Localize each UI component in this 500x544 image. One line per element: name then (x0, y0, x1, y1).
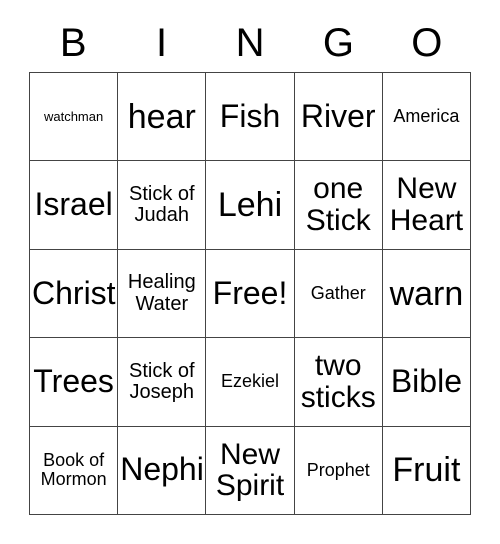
bingo-cell[interactable]: Nephi (118, 426, 207, 516)
bingo-cell-label: Healing Water (127, 271, 196, 315)
bingo-cell[interactable]: Free! (206, 249, 295, 339)
bingo-cell[interactable]: warn (382, 249, 472, 339)
bingo-cell[interactable]: River (294, 73, 383, 162)
bingo-cell-label: New Heart (389, 172, 464, 238)
bingo-cell-label: hear (127, 97, 196, 136)
bingo-cell-label: Trees (33, 362, 114, 399)
bingo-cell-label: Fish (219, 97, 281, 134)
bingo-cell-label: Bible (390, 362, 462, 399)
bingo-row: watchman hear Fish River America (30, 73, 472, 162)
bingo-cell[interactable]: Israel (30, 161, 119, 250)
bingo-cell-label: Lehi (217, 186, 283, 225)
bingo-cell[interactable]: Bible (382, 338, 472, 427)
bingo-cell[interactable]: Ezekiel (206, 338, 295, 427)
bingo-header-letter-n: N (235, 21, 265, 65)
bingo-cell-label: River (300, 97, 376, 134)
bingo-cell[interactable]: Fruit (382, 426, 472, 516)
bingo-cell-label: one Stick (305, 172, 371, 238)
bingo-header-letter-b: B (59, 21, 87, 65)
bingo-cell[interactable]: hear (118, 73, 207, 162)
bingo-header-row: B I N G O (29, 14, 471, 72)
bingo-cell[interactable]: two sticks (294, 338, 383, 427)
bingo-cell-label: two sticks (300, 349, 376, 414)
bingo-cell[interactable]: Lehi (206, 161, 295, 250)
bingo-cell-label: Stick of Joseph (129, 359, 195, 403)
bingo-cell-label: Christ (32, 274, 116, 311)
bingo-cell[interactable]: Prophet (294, 426, 383, 516)
bingo-row: Book of Mormon Nephi New Spirit Prophet Frui… (30, 426, 472, 516)
bingo-cell-label: warn (389, 274, 464, 313)
bingo-cell-label: Gather (310, 282, 366, 303)
bingo-header-letter-o: O (411, 21, 443, 65)
bingo-cell[interactable]: Gather (294, 249, 383, 339)
bingo-cell[interactable]: New Spirit (206, 426, 295, 516)
bingo-cell-label: watchman (43, 108, 104, 124)
bingo-cell-label: America (393, 106, 460, 127)
bingo-header-letter-i: I (156, 21, 168, 65)
bingo-cell[interactable]: Trees (30, 338, 119, 427)
bingo-cell[interactable]: Christ (30, 249, 119, 339)
bingo-cell[interactable]: watchman (30, 73, 119, 162)
bingo-cell-label: Prophet (306, 459, 370, 480)
bingo-row: Trees Stick of Joseph Ezekiel two sticks Bib… (30, 338, 472, 427)
bingo-cell[interactable]: Fish (206, 73, 295, 162)
bingo-cell-label: Book of Mormon (40, 450, 107, 490)
bingo-cell[interactable]: America (382, 73, 472, 162)
bingo-cell-label: Fruit (392, 451, 461, 490)
bingo-cell-label: Nephi (120, 451, 204, 488)
bingo-cell-label: Free! (212, 274, 288, 311)
bingo-cell[interactable]: Book of Mormon (30, 426, 119, 516)
bingo-grid: watchman hear Fish River America Israel Stick … (29, 72, 472, 516)
bingo-cell[interactable]: one Stick (294, 161, 383, 250)
bingo-cell-label: Ezekiel (220, 371, 280, 392)
bingo-cell-label: Stick of Judah (129, 182, 195, 227)
bingo-cell[interactable]: Healing Water (118, 249, 207, 339)
bingo-row: Israel Stick of Judah Lehi one Stick New Hea… (30, 161, 472, 250)
bingo-cell-label: Israel (34, 186, 113, 223)
bingo-cell[interactable]: New Heart (382, 161, 472, 250)
bingo-header-letter-g: G (322, 21, 354, 65)
bingo-row: Christ Healing Water Free! Gather warn (30, 249, 472, 339)
bingo-cell-label: New Spirit (215, 437, 285, 503)
bingo-cell[interactable]: Stick of Joseph (118, 338, 207, 427)
bingo-cell[interactable]: Stick of Judah (118, 161, 207, 250)
bingo-card: B I N G O watchman hear Fish River America Is… (0, 0, 500, 544)
